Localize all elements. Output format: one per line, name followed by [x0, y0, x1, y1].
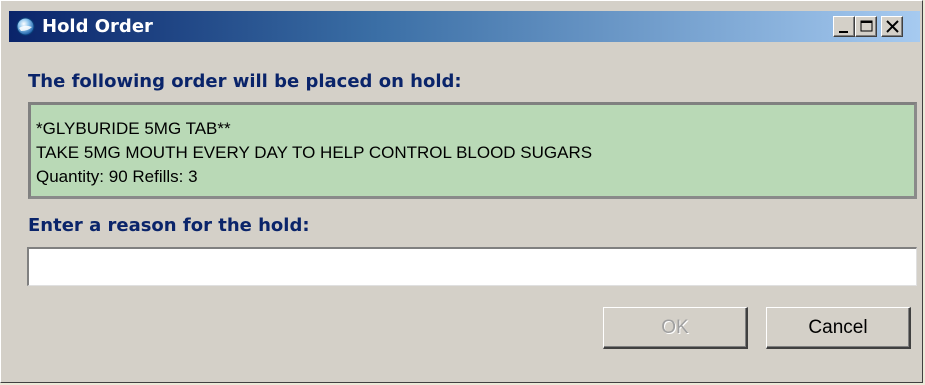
order-sig-line: TAKE 5MG MOUTH EVERY DAY TO HELP CONTROL… [36, 143, 593, 162]
reason-label: Enter a reason for the hold: [28, 215, 310, 236]
ok-button[interactable]: OK [603, 307, 748, 349]
window-title: Hold Order [42, 16, 153, 37]
close-button[interactable] [881, 16, 903, 37]
cancel-button[interactable]: Cancel [766, 307, 911, 349]
order-details-box: *GLYBURIDE 5MG TAB** TAKE 5MG MOUTH EVER… [28, 102, 917, 199]
minimize-icon [839, 31, 848, 33]
minimize-button[interactable] [833, 16, 855, 37]
hold-order-dialog: Hold Order The following order will be p… [0, 0, 923, 383]
app-globe-icon [16, 17, 35, 36]
maximize-button[interactable] [855, 16, 877, 37]
hold-reason-input[interactable] [27, 247, 917, 286]
order-section-label: The following order will be placed on ho… [28, 71, 462, 92]
order-drug-line: *GLYBURIDE 5MG TAB** [36, 119, 231, 138]
maximize-icon [860, 20, 873, 32]
order-quantity-line: Quantity: 90 Refills: 3 [36, 167, 198, 186]
title-bar[interactable]: Hold Order [9, 11, 920, 42]
close-icon [886, 20, 899, 33]
